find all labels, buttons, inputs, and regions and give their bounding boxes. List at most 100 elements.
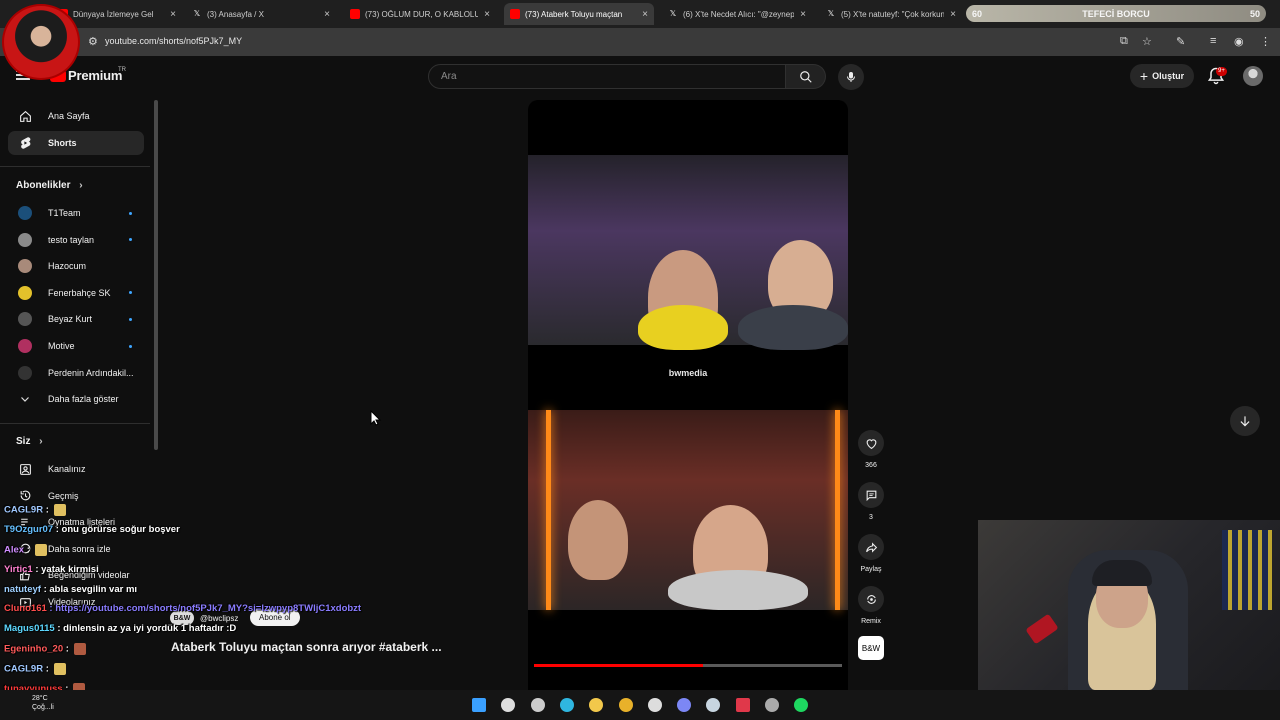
chat-message: Alex : xyxy=(4,544,47,556)
x-icon: 𝕏 xyxy=(193,9,201,18)
like-button[interactable] xyxy=(858,430,884,456)
sidebar-item-channel[interactable]: Kanalınız xyxy=(8,457,144,481)
tab-close-icon[interactable]: × xyxy=(642,9,648,20)
tab-close-icon[interactable]: × xyxy=(484,9,490,20)
share-button[interactable] xyxy=(858,534,884,560)
tab-title: (73) Ataberk Toluyu maçtan xyxy=(525,9,623,19)
subscription-label: Fenerbahçe SK xyxy=(48,287,111,298)
next-short-button[interactable] xyxy=(1230,406,1260,436)
history-icon xyxy=(18,489,32,503)
spotify-icon[interactable] xyxy=(792,696,810,714)
sidebar-scrollbar[interactable] xyxy=(154,100,158,450)
discord-icon[interactable] xyxy=(675,696,693,714)
tab-close-icon[interactable]: × xyxy=(170,9,176,20)
search-icon[interactable] xyxy=(499,696,517,714)
chat-username: Alex xyxy=(4,544,25,556)
browser-menu-icon[interactable]: ⋮ xyxy=(1260,35,1271,48)
subscription-item[interactable]: T1Team xyxy=(8,201,144,225)
chat-username: Cluno161 xyxy=(4,603,47,614)
subscription-item[interactable]: Beyaz Kurt xyxy=(8,307,144,331)
chat-username: CAGL9R xyxy=(4,504,44,516)
short-title[interactable]: Ataberk Toluyu maçtan sonra arıyor #atab… xyxy=(171,640,442,654)
folder-icon-glyph xyxy=(589,698,604,712)
profile-icon[interactable]: ◉ xyxy=(1234,35,1244,48)
remix-icon xyxy=(866,594,876,604)
bookmark-star-icon[interactable]: ☆ xyxy=(1142,35,1152,48)
channel-avatar xyxy=(18,312,32,327)
discord-icon-glyph xyxy=(677,698,692,712)
microphone-icon xyxy=(847,72,855,82)
subscription-label: Beyaz Kurt xyxy=(48,314,93,325)
tab-close-icon[interactable]: × xyxy=(800,9,806,20)
chat-message: Cluno161 : https://youtube.com/shorts/no… xyxy=(4,603,361,614)
address-bar-row: ⚙ youtube.com/shorts/nof5PJk7_MY ⧉ ☆ ✎ ≡… xyxy=(0,28,1280,56)
extensions-icon[interactable]: ✎ xyxy=(1176,35,1185,48)
address-bar[interactable]: youtube.com/shorts/nof5PJk7_MY xyxy=(105,36,242,46)
subscription-item[interactable]: Hazocum xyxy=(8,254,144,278)
channel-avatar xyxy=(18,339,32,353)
chat-message: Egeninho_20 : xyxy=(4,643,86,655)
you-heading[interactable]: Siz › xyxy=(16,436,43,447)
app-red-icon-glyph xyxy=(735,698,750,712)
chat-text: : yatak kirmisi xyxy=(32,564,99,575)
steam-icon[interactable] xyxy=(704,696,722,714)
sidebar-divider xyxy=(0,166,150,167)
browser-tab[interactable]: 𝕏 (5) X'te natuteyf: "Çok korkunç × xyxy=(820,3,962,25)
chrome-icon[interactable] xyxy=(617,696,635,714)
like-count: 366 xyxy=(865,462,877,469)
sidebar-item-home[interactable]: Ana Sayfa xyxy=(8,104,144,128)
sidebar-item-label: Kanalınız xyxy=(48,464,86,474)
tab-close-icon[interactable]: × xyxy=(324,9,330,20)
subscription-item[interactable]: Perdenin Ardındakil... xyxy=(8,361,144,385)
voice-search-button[interactable] xyxy=(838,64,864,90)
comment-button[interactable] xyxy=(858,482,884,508)
browser-tab[interactable]: (73) Ataberk Toluyu maçtan × xyxy=(504,3,654,25)
share-icon xyxy=(865,541,877,553)
screen: Dünyaya İzlemeye Gel × 𝕏 (3) Anasayfa / X ×(… xyxy=(0,0,1280,720)
windows-icon[interactable] xyxy=(470,696,488,714)
video-progress-bar[interactable] xyxy=(534,664,842,667)
channel-avatar xyxy=(18,259,32,274)
browser-tab[interactable]: (73) OĞLUM DUR, O KABLOLU × xyxy=(344,3,496,25)
chat-emote-icon xyxy=(34,544,47,556)
subscription-item[interactable]: Motive xyxy=(8,334,144,358)
subscriptions-heading[interactable]: Abonelikler › xyxy=(16,180,83,191)
cast-icon[interactable]: ⧉ xyxy=(1120,35,1128,48)
folder-icon[interactable] xyxy=(587,696,605,714)
show-more-button[interactable]: Daha fazla göster xyxy=(8,387,144,411)
sidebar-item-label: Geçmiş xyxy=(48,490,79,501)
reading-list-icon[interactable]: ≡ xyxy=(1210,35,1216,47)
subscription-label: Hazocum xyxy=(48,261,87,272)
task-view-icon[interactable] xyxy=(529,696,547,714)
channel-handle[interactable]: @bwclipsz xyxy=(200,614,238,623)
x-app-icon[interactable] xyxy=(646,696,664,714)
channel-avatar xyxy=(18,232,32,247)
chat-text: : dinlensin az ya iyi yordük 1 haftadır … xyxy=(54,623,237,634)
remix-button[interactable] xyxy=(858,586,884,612)
subscription-item[interactable]: testo taylan xyxy=(8,228,144,252)
settings-app-icon[interactable] xyxy=(763,696,781,714)
create-button[interactable]: + Oluştur xyxy=(1130,64,1194,88)
sound-thumbnail[interactable]: B&W xyxy=(858,636,884,660)
chat-message: Yirtic1 : yatak kirmisi xyxy=(4,564,99,575)
edge-icon[interactable] xyxy=(558,696,576,714)
weather-widget[interactable]: 28°C Çoğ...li xyxy=(32,694,54,712)
tab-close-icon[interactable]: × xyxy=(950,9,956,20)
subscription-label: T1Team xyxy=(48,208,81,218)
search-button[interactable] xyxy=(786,64,826,89)
browser-tab[interactable]: 𝕏 (3) Anasayfa / X × xyxy=(186,3,336,25)
app-red-icon[interactable] xyxy=(734,696,752,714)
search-input[interactable]: Ara xyxy=(428,64,786,89)
account-avatar[interactable] xyxy=(1243,66,1263,86)
browser-tab[interactable]: 𝕏 (6) X'te Necdet Alıcı: "@zeynep × xyxy=(662,3,812,25)
logo-text[interactable]: Premium xyxy=(68,68,122,83)
overlay-progress-bar: 60 TEFECİ BORCU 50 xyxy=(966,5,1266,22)
x-icon: 𝕏 xyxy=(669,9,677,18)
tab-title: (6) X'te Necdet Alıcı: "@zeynep xyxy=(683,9,795,19)
shorts-player[interactable]: bwmedia xyxy=(528,100,848,695)
chat-username: CAGL9R xyxy=(4,663,44,675)
subscription-item[interactable]: Fenerbahçe SK xyxy=(8,281,144,305)
site-info-icon[interactable]: ⚙ xyxy=(88,35,98,48)
sidebar-item-shorts[interactable]: Shorts xyxy=(8,131,144,155)
chat-emote-icon xyxy=(53,663,66,675)
